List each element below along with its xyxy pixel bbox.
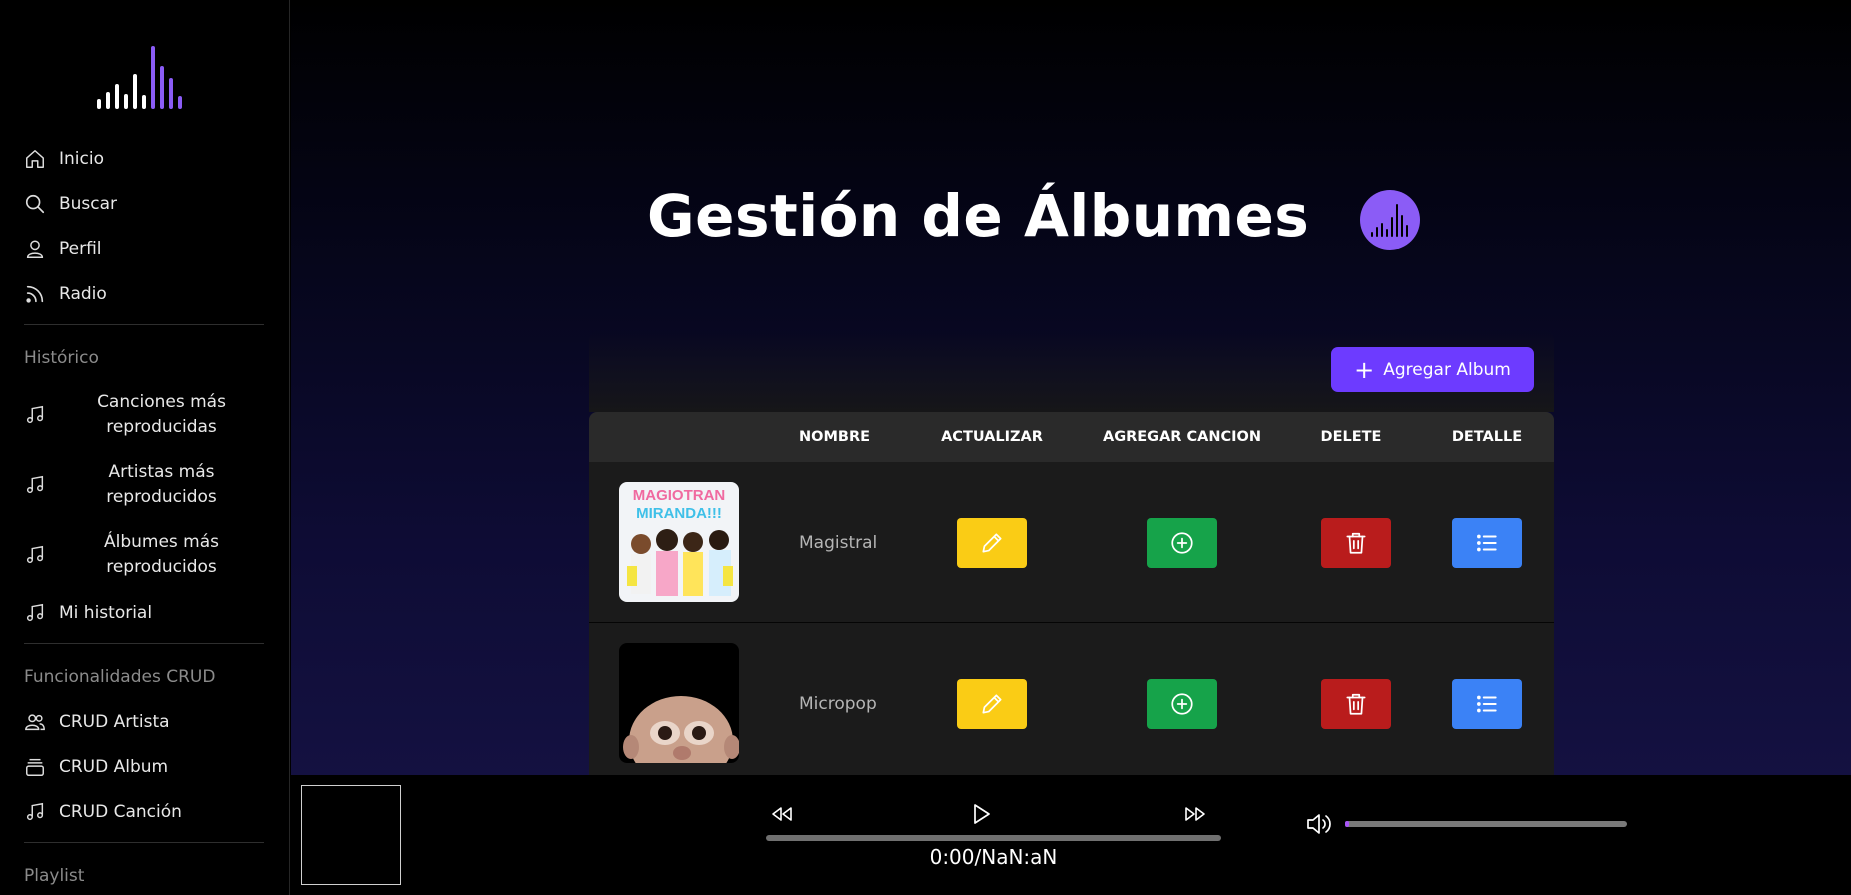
- nav-item-crud-album[interactable]: CRUD Album: [24, 744, 264, 789]
- column-header-agregar-cancion[interactable]: AGREGAR CANCION: [1103, 412, 1261, 462]
- add-song-button[interactable]: [1147, 679, 1217, 729]
- detail-button[interactable]: [1452, 518, 1522, 568]
- detail-button[interactable]: [1452, 679, 1522, 729]
- update-button[interactable]: [957, 518, 1027, 568]
- page-title: Gestión de Álbumes: [647, 182, 1310, 250]
- album-stack-icon: [26, 758, 44, 776]
- update-button[interactable]: [957, 679, 1027, 729]
- equalizer-icon: [1371, 204, 1408, 237]
- add-album-label: Agregar Album: [1383, 359, 1511, 380]
- rewind-button[interactable]: [765, 797, 799, 831]
- title-logo-badge: [1360, 190, 1420, 250]
- pencil-icon: [982, 694, 1002, 714]
- cover-subtitle: MIRANDA!!!: [636, 505, 722, 522]
- section-label-historico: Histórico: [24, 347, 99, 368]
- nav-item-crud-artista[interactable]: CRUD Artista: [24, 699, 264, 744]
- nav-label: Álbumes más reproducidos: [103, 532, 220, 577]
- main-nav: Inicio Buscar Perfil Radio Histórico Can…: [24, 136, 264, 895]
- albums-card: + Agregar Album NOMBRE ACTUALIZAR AGREGA…: [589, 330, 1554, 775]
- delete-button[interactable]: [1321, 518, 1391, 568]
- music-note-icon: [26, 802, 44, 820]
- nav-label: Radio: [59, 283, 107, 304]
- play-icon: [974, 804, 990, 824]
- volume-slider[interactable]: [1345, 821, 1627, 827]
- divider: [24, 842, 264, 843]
- volume-fill: [1345, 821, 1349, 827]
- plus-circle-icon: [1171, 693, 1193, 715]
- divider: [24, 643, 264, 644]
- trash-icon: [1346, 693, 1366, 715]
- pencil-icon: [982, 533, 1002, 553]
- nav-item-artistas[interactable]: Artistas más reproducidos: [24, 450, 264, 520]
- list-icon: [1477, 534, 1497, 552]
- music-note-icon: [26, 545, 44, 564]
- nav-item-canciones[interactable]: Canciones más reproducidas: [24, 380, 264, 450]
- nav-label: Artistas más reproducidos: [106, 462, 217, 507]
- nav-label: CRUD Album: [59, 756, 169, 777]
- play-button[interactable]: [964, 797, 998, 831]
- music-note-icon: [26, 405, 44, 424]
- nav-item-radio[interactable]: Radio: [24, 271, 264, 316]
- nav-item-crud-cancion[interactable]: CRUD Canción: [24, 789, 264, 834]
- volume-icon[interactable]: [1304, 809, 1334, 839]
- album-name: Magistral: [799, 532, 878, 553]
- nav-item-albumes[interactable]: Álbumes más reproducidos: [24, 520, 264, 590]
- home-icon: [26, 149, 44, 168]
- nav-item-historial[interactable]: Mi historial: [24, 590, 264, 635]
- card-toolbar: + Agregar Album: [589, 330, 1554, 412]
- user-icon: [26, 239, 44, 258]
- nav-label: Mi historial: [59, 602, 153, 623]
- column-header-detalle[interactable]: DETALLE: [1447, 412, 1527, 462]
- column-header-actualizar[interactable]: ACTUALIZAR: [941, 412, 1043, 462]
- search-icon: [25, 194, 45, 213]
- rss-icon: [26, 285, 44, 303]
- nav-item-inicio[interactable]: Inicio: [24, 136, 264, 181]
- nav-label: Perfil: [59, 238, 102, 259]
- music-note-icon: [26, 475, 44, 494]
- main-content: Gestión de Álbumes + Agregar Album NOMBR…: [291, 0, 1851, 775]
- table-row: Micropop: [589, 623, 1554, 775]
- nav-item-buscar[interactable]: Buscar: [24, 181, 264, 226]
- fast-forward-icon: [1185, 807, 1205, 821]
- app-logo[interactable]: [96, 44, 192, 110]
- column-header-nombre[interactable]: NOMBRE: [799, 412, 870, 462]
- users-icon: [25, 713, 45, 730]
- cover-title: MAGIOTRAN: [633, 487, 726, 504]
- music-note-icon: [26, 603, 44, 621]
- nav-label: Inicio: [59, 148, 104, 169]
- table-header: NOMBRE ACTUALIZAR AGREGAR CANCION DELETE…: [589, 412, 1554, 462]
- section-label-crud: Funcionalidades CRUD: [24, 666, 216, 687]
- add-song-button[interactable]: [1147, 518, 1217, 568]
- delete-button[interactable]: [1321, 679, 1391, 729]
- section-label-playlist: Playlist: [24, 865, 85, 886]
- plus-circle-icon: [1171, 532, 1193, 554]
- nav-item-perfil[interactable]: Perfil: [24, 226, 264, 271]
- rewind-icon: [772, 807, 792, 821]
- nav-label: Buscar: [59, 193, 118, 214]
- nav-label: CRUD Canción: [59, 801, 182, 822]
- album-cover-magistral: MAGIOTRAN MIRANDA!!!: [619, 482, 739, 602]
- fast-forward-button[interactable]: [1178, 797, 1212, 831]
- nav-label: CRUD Artista: [59, 711, 170, 732]
- album-cover-micropop: [619, 643, 739, 763]
- nav-label: Canciones más reproducidas: [97, 392, 226, 437]
- now-playing-thumbnail[interactable]: [301, 785, 401, 885]
- table-row: MAGIOTRAN MIRANDA!!! Magistral: [589, 462, 1554, 623]
- trash-icon: [1346, 532, 1366, 554]
- player-bar: 0:00/NaN:aN: [291, 775, 1851, 895]
- playback-time: 0:00/NaN:aN: [929, 845, 1058, 869]
- add-album-button[interactable]: + Agregar Album: [1331, 347, 1534, 392]
- list-icon: [1477, 695, 1497, 713]
- column-header-delete[interactable]: DELETE: [1316, 412, 1386, 462]
- album-name: Micropop: [799, 693, 877, 714]
- plus-icon: +: [1354, 355, 1375, 384]
- sidebar: Inicio Buscar Perfil Radio Histórico Can…: [0, 0, 290, 895]
- divider: [24, 324, 264, 325]
- playback-progress-bar[interactable]: [766, 835, 1221, 841]
